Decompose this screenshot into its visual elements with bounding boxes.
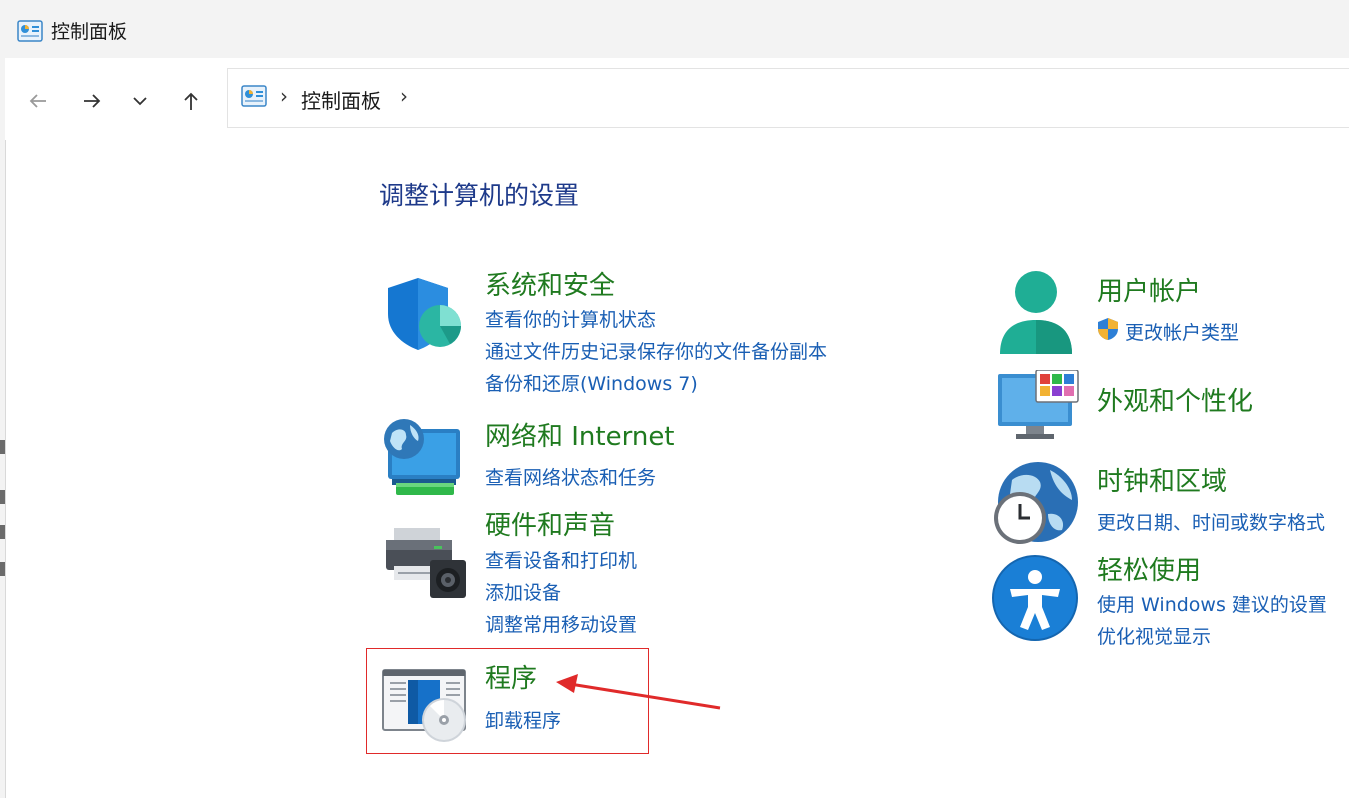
- printer-speaker-icon[interactable]: [384, 526, 468, 604]
- clock-globe-icon[interactable]: [992, 460, 1080, 552]
- forward-arrow-icon: [84, 94, 101, 108]
- uac-shield-icon: [1096, 317, 1120, 345]
- category-user-accounts[interactable]: 用户帐户: [1097, 271, 1201, 308]
- control-panel-icon: [240, 85, 268, 111]
- network-globe-icon[interactable]: [382, 417, 464, 503]
- forward-button[interactable]: [77, 86, 107, 116]
- link-optimize-visual-display[interactable]: 优化视觉显示: [1097, 622, 1211, 649]
- link-add-device[interactable]: 添加设备: [485, 578, 561, 605]
- recent-locations-button[interactable]: [125, 86, 155, 116]
- link-change-date-time-format[interactable]: 更改日期、时间或数字格式: [1097, 508, 1325, 535]
- category-hardware-sound[interactable]: 硬件和声音: [485, 505, 615, 542]
- breadcrumb-separator-icon: ›: [280, 84, 288, 108]
- accessibility-icon[interactable]: [992, 555, 1078, 645]
- control-panel-icon: [17, 20, 43, 46]
- link-file-history-backup[interactable]: 通过文件历史记录保存你的文件备份副本: [485, 337, 827, 364]
- appearance-monitor-icon[interactable]: [996, 369, 1080, 446]
- up-button[interactable]: [176, 86, 206, 116]
- user-icon[interactable]: [996, 270, 1076, 360]
- link-mobility-settings[interactable]: 调整常用移动设置: [485, 610, 637, 637]
- category-clock-region[interactable]: 时钟和区域: [1097, 461, 1227, 498]
- link-change-account-type[interactable]: 更改帐户类型: [1125, 318, 1239, 345]
- navigation-bar: › 控制面板 ›: [5, 58, 1349, 140]
- link-backup-restore[interactable]: 备份和还原(Windows 7): [485, 369, 698, 396]
- annotation-arrow-icon: [556, 674, 721, 710]
- category-system-security[interactable]: 系统和安全: [485, 265, 615, 302]
- link-view-computer-status[interactable]: 查看你的计算机状态: [485, 305, 656, 332]
- link-devices-printers[interactable]: 查看设备和打印机: [485, 546, 637, 573]
- shield-icon[interactable]: [384, 274, 464, 358]
- breadcrumb-chevron-icon[interactable]: ›: [400, 84, 408, 108]
- title-bar: 控制面板: [5, 0, 1349, 58]
- link-network-status[interactable]: 查看网络状态和任务: [485, 463, 656, 490]
- link-recommended-settings[interactable]: 使用 Windows 建议的设置: [1097, 590, 1327, 617]
- back-button[interactable]: [23, 86, 53, 116]
- up-arrow-icon: [184, 92, 198, 110]
- edge-mark: [0, 525, 5, 539]
- edge-mark: [0, 562, 5, 576]
- chevron-down-icon: [133, 97, 147, 106]
- back-arrow-icon: [29, 94, 46, 108]
- page-heading: 调整计算机的设置: [379, 181, 580, 210]
- address-bar[interactable]: › 控制面板 ›: [227, 68, 1349, 128]
- edge-mark: [0, 440, 5, 454]
- category-appearance-personalization[interactable]: 外观和个性化: [1097, 381, 1253, 418]
- breadcrumb-control-panel[interactable]: 控制面板: [301, 85, 381, 114]
- window-title: 控制面板: [51, 21, 128, 43]
- category-ease-of-access[interactable]: 轻松使用: [1097, 550, 1201, 587]
- category-network-internet[interactable]: 网络和 Internet: [485, 416, 675, 453]
- edge-mark: [0, 490, 5, 504]
